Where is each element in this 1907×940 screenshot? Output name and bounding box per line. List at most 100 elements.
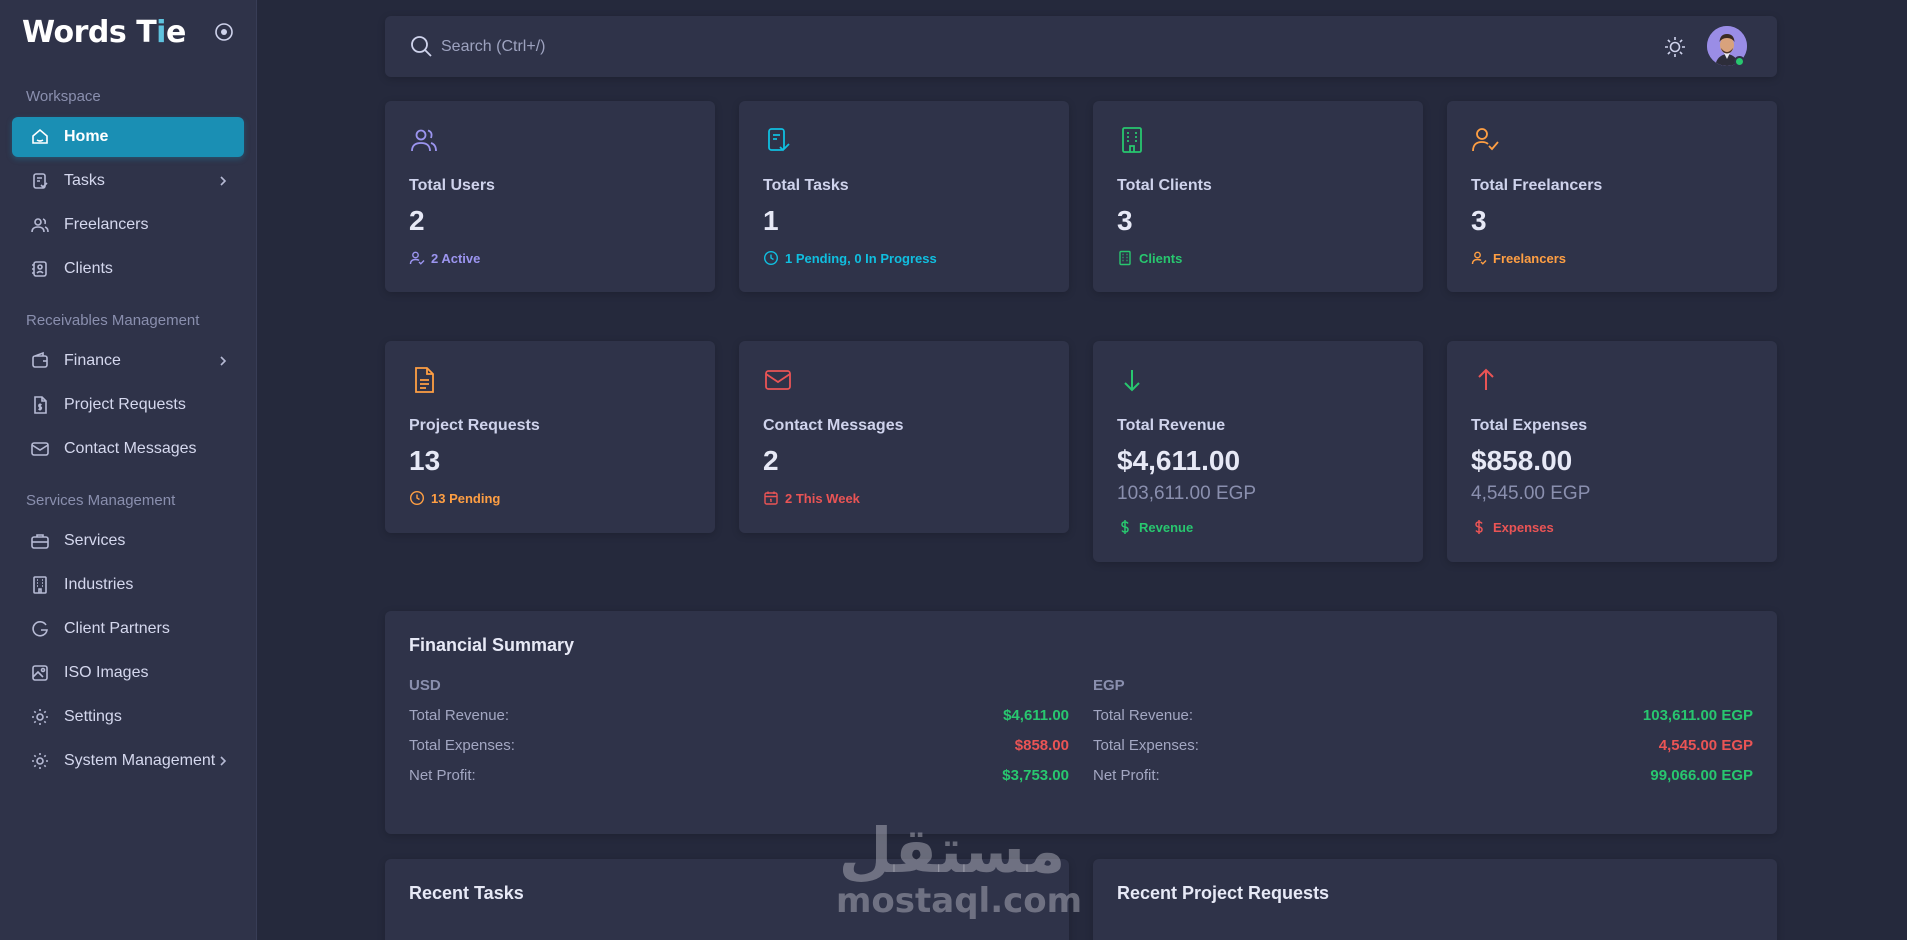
fin-row-value: $4,611.00 — [1003, 706, 1069, 724]
sidebar-item-label: Clients — [64, 260, 113, 277]
stat-card-project-requests[interactable]: Project Requests 13 13 Pending — [385, 341, 715, 533]
sidebar-item-clients[interactable]: Clients — [12, 249, 244, 289]
sidebar-item-iso-images[interactable]: ISO Images — [12, 653, 244, 693]
stat-value: 2 — [763, 445, 779, 476]
gear-icon — [30, 751, 50, 771]
stat-label: Total Expenses — [1471, 417, 1588, 434]
sidebar-item-freelancers[interactable]: Freelancers — [12, 205, 244, 245]
stat-card-total-expenses[interactable]: Total Expenses $858.00 4,545.00 EGP Expe… — [1447, 341, 1777, 562]
fin-row-value: 4,545.00 EGP — [1658, 736, 1753, 754]
fin-row-value: 103,611.00 EGP — [1642, 706, 1753, 724]
stat-card-total-revenue[interactable]: Total Revenue $4,611.00 103,611.00 EGP R… — [1093, 341, 1423, 562]
stat-footer: 13 Pending — [409, 490, 500, 506]
users-icon — [30, 215, 50, 235]
financial-usd-column: USD Total Revenue: $4,611.00 Total Expens… — [409, 677, 1069, 790]
tasks-icon — [30, 171, 50, 191]
stat-card-total-users[interactable]: Total Users 2 2 Active — [385, 101, 715, 292]
sidebar-item-contact-messages[interactable]: Contact Messages — [12, 429, 244, 469]
recent-project-requests-card: Recent Project Requests — [1093, 859, 1777, 940]
fin-row-net-profit: Net Profit: 99,066.00 EGP — [1093, 760, 1753, 790]
stat-footer: Freelancers — [1471, 250, 1566, 266]
recent-tasks-title: Recent Tasks — [409, 883, 524, 903]
financial-summary-title: Financial Summary — [409, 635, 575, 655]
stat-footer-text: Expenses — [1493, 519, 1554, 535]
clock-icon — [409, 490, 425, 506]
fin-row-revenue: Total Revenue: 103,611.00 EGP — [1093, 700, 1753, 730]
dollar-icon — [1475, 520, 1483, 534]
fin-row-label: Net Profit: — [1093, 766, 1160, 784]
stat-card-total-tasks[interactable]: Total Tasks 1 1 Pending, 0 In Progress — [739, 101, 1069, 292]
arrow-up-icon — [1471, 365, 1501, 395]
currency-heading: USD — [409, 677, 441, 694]
clock-icon — [763, 250, 779, 266]
sidebar-item-label: Freelancers — [64, 216, 149, 233]
currency-heading: EGP — [1093, 677, 1125, 694]
image-icon — [30, 663, 50, 683]
sidebar-item-client-partners[interactable]: Client Partners — [12, 609, 244, 649]
fin-row-label: Total Revenue: — [409, 706, 510, 724]
brand-name: Words Tie — [22, 14, 186, 50]
building-icon — [1117, 125, 1147, 155]
fin-row-value: $3,753.00 — [1002, 766, 1069, 784]
sun-icon[interactable] — [1662, 34, 1688, 60]
gear-icon — [30, 707, 50, 727]
sidebar-item-label: Finance — [64, 352, 121, 369]
sidebar-item-label: ISO Images — [64, 664, 149, 681]
arrow-down-icon — [1117, 365, 1147, 395]
stat-label: Total Clients — [1117, 177, 1212, 194]
user-check-icon — [1471, 125, 1501, 155]
mail-icon — [763, 365, 793, 395]
sidebar-item-label: Industries — [64, 576, 134, 593]
stat-card-total-clients[interactable]: Total Clients 3 Clients — [1093, 101, 1423, 292]
stat-footer: Expenses — [1471, 519, 1554, 535]
stat-label: Total Revenue — [1117, 417, 1226, 434]
sidebar-item-project-requests[interactable]: Project Requests — [12, 385, 244, 425]
sidebar-item-label: Contact Messages — [64, 440, 197, 457]
stat-value: $858.00 — [1471, 445, 1573, 476]
briefcase-icon — [30, 531, 50, 551]
chevron-right-icon — [216, 174, 230, 188]
sidebar-item-finance[interactable]: Finance — [12, 341, 244, 381]
sidebar-item-industries[interactable]: Industries — [12, 565, 244, 605]
sidebar-item-settings[interactable]: Settings — [12, 697, 244, 737]
search-input[interactable] — [441, 30, 1041, 64]
sidebar-item-label: Settings — [64, 708, 122, 725]
sidebar: Words Tie Workspace Home Tasks Freelance… — [0, 0, 257, 940]
task-check-icon — [763, 125, 793, 155]
stat-footer-text: Freelancers — [1493, 250, 1566, 266]
recent-project-requests-title: Recent Project Requests — [1117, 883, 1330, 903]
sidebar-item-label: Home — [64, 128, 109, 145]
sidebar-collapse-icon[interactable] — [214, 22, 234, 42]
stat-footer: Revenue — [1117, 519, 1193, 535]
dollar-icon — [1121, 520, 1129, 534]
stat-label: Total Tasks — [763, 177, 849, 194]
stat-footer: 1 Pending, 0 In Progress — [763, 250, 937, 266]
stat-value: 2 — [409, 205, 425, 236]
search-icon[interactable] — [409, 34, 434, 59]
stat-footer-text: Clients — [1139, 250, 1183, 266]
sidebar-item-label: System Management — [64, 752, 216, 769]
sidebar-item-label: Tasks — [64, 172, 105, 189]
nav-section-services: Services Management — [26, 492, 176, 509]
stat-value: 13 — [409, 445, 441, 476]
brand-logo[interactable]: Words Tie — [22, 12, 186, 52]
online-status-dot — [1734, 56, 1745, 67]
stat-footer: 2 Active — [409, 250, 480, 266]
stat-label: Total Users — [409, 177, 495, 194]
sidebar-item-services[interactable]: Services — [12, 521, 244, 561]
user-check-icon — [409, 251, 425, 265]
stat-card-total-freelancers[interactable]: Total Freelancers 3 Freelancers — [1447, 101, 1777, 292]
stat-card-contact-messages[interactable]: Contact Messages 2 2 This Week — [739, 341, 1069, 533]
sidebar-item-home[interactable]: Home — [12, 117, 244, 157]
sidebar-item-tasks[interactable]: Tasks — [12, 161, 244, 201]
fin-row-revenue: Total Revenue: $4,611.00 — [409, 700, 1069, 730]
sidebar-item-label: Project Requests — [64, 396, 186, 413]
sidebar-item-label: Client Partners — [64, 620, 170, 637]
stat-secondary-value: 103,611.00 EGP — [1117, 483, 1257, 504]
stat-secondary-value: 4,545.00 EGP — [1471, 483, 1591, 504]
financial-egp-column: EGP Total Revenue: 103,611.00 EGP Total E… — [1093, 677, 1753, 790]
sidebar-item-system-management[interactable]: System Management — [12, 741, 244, 781]
clients-icon — [30, 259, 50, 279]
file-dollar-icon — [30, 395, 50, 415]
stat-value: 3 — [1117, 205, 1133, 236]
